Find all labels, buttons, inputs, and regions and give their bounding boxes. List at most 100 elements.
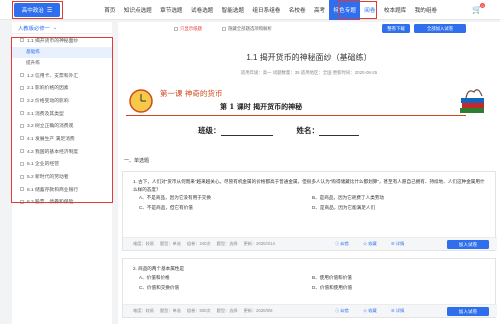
question-type: 题型：单选 [159,241,181,246]
paper-meta: 适用年级：高一 试题数量：35 适用地区：全国 更新时间：2020-08-25 [240,70,378,75]
hide-choice-label: 隐藏全部题选项和解析 [228,26,272,31]
only-wrong-toggle[interactable]: 只显示纸题 [174,26,202,32]
report-error-link[interactable]: ⓘ 纠错 [335,241,355,247]
option-c: C、不是商品，但它有价值 [139,205,193,210]
sidebar-item[interactable]: 2.1 影响价格的因素 [12,81,112,94]
lesson-subtitle: 第 1 课时 揭开货币的神秘 [220,102,303,111]
checkbox[interactable] [222,27,226,31]
nav-smart[interactable]: 智能选题 [217,0,248,20]
sidebar-item[interactable]: 6.2 股票、债券和保险 [12,196,112,209]
sidebar-item[interactable]: 2.2 价格变动的影响 [12,94,112,107]
textbook-version-selector[interactable]: 人教版必修一 ⌄ [12,22,112,34]
sidebar-item-label: 3.2 树立正确的消费观 [27,124,74,130]
sidebar-item[interactable]: 3.2 树立正确的消费观 [12,119,112,132]
checkbox[interactable] [20,187,24,192]
question-type: 题型：单选 [159,308,181,313]
sidebar-subitem-advanced[interactable]: 提升练 [12,58,112,69]
add-to-paper-button[interactable]: 加入试卷 [447,307,489,316]
paper-title: 1.1 揭开货币的神秘面纱（基础练） [246,53,372,62]
checkbox[interactable] [20,111,24,116]
question-text: 1. 古下，人们对"货币从何而来"越来越关心。尽管有机金属的价格都高于普通金属，… [133,179,485,192]
class-name-row: 班级： 姓名： [198,125,359,136]
details-link[interactable]: ☰ 详情 [391,241,410,247]
nav-knowledge[interactable]: 知识点选题 [120,0,156,20]
nav-paper[interactable]: 试卷选题 [187,0,218,20]
checkbox[interactable] [174,27,178,31]
favorite-link[interactable]: ☆ 收藏 [363,308,383,314]
sidebar-item-label: 2.1 影响价格的因素 [27,86,69,92]
clock-icon [129,89,153,113]
add-all-button[interactable]: 全部加入试卷 [414,24,466,33]
sidebar-item[interactable]: 5.1 企业的经营 [12,158,112,171]
checkbox[interactable] [20,136,24,141]
nav-daily[interactable]: 组日系组卷 [248,0,284,20]
sidebar-item[interactable]: 4.1 发展生产 满足消费 [12,132,112,145]
option-d: D、是商品，因为它能满足人们 [312,205,376,210]
question-card: 1. 古下，人们对"货币从何而来"越来越关心。尽管有机金属的价格都高于普通金属，… [122,171,497,251]
chevron-down-icon: ⌄ [52,24,57,31]
download-paper-button[interactable]: 整卷下载 [382,24,410,33]
paper-content: 只显示纸题 隐藏全部题选项和解析 整卷下载 全部加入试卷 1.1 揭开货币的神秘… [118,22,500,324]
checkbox[interactable] [20,123,24,128]
only-wrong-label: 只显示纸题 [180,26,202,31]
name-label: 姓名： [296,126,320,135]
sidebar-item[interactable]: 5.2 新时代的劳动者 [12,170,112,183]
favorite-label: 收藏 [368,308,377,313]
books-icon [460,89,484,113]
menu-icon: ☰ [46,7,53,14]
lesson-title: 第一课 神奇的货币 [160,89,223,98]
question-options: A、不是商品，因为它没有用于交换 B、是商品，因为它耗费了人类劳动 C、不是商品… [123,193,495,211]
sidebar-item-label: 1.2 信用卡、支票和外汇 [27,73,79,79]
checkbox[interactable] [20,149,24,154]
nav-menu: 首页 知识点选题 章节选题 试卷选题 智能选题 组日系组卷 名校卷 高考 特色专… [100,0,441,20]
checkbox[interactable] [20,174,24,179]
checkbox[interactable] [20,199,24,204]
nav-famous-school[interactable]: 名校卷 [285,0,310,20]
details-label: 详情 [395,241,405,246]
sidebar-item[interactable]: 1.2 信用卡、支票和外汇 [12,69,112,82]
nav-home[interactable]: 首页 [100,0,120,20]
nav-gaokao[interactable]: 高考 [310,0,330,20]
nav-grading[interactable]: 阅卷 [360,0,380,20]
chapter-sidebar: 人教版必修一 ⌄ 1.1 揭开货币的神秘面纱 基础练 提升练 1.2 信用卡、支… [12,22,112,324]
sidebar-item-label: 6.1 储蓄存款和商业银行 [27,187,79,193]
sidebar-item[interactable]: 6.1 储蓄存款和商业银行 [12,183,112,196]
question-count: 组卷：830次 [186,308,211,313]
question-date: 更新：2020/4/14 [243,241,275,246]
checkbox[interactable] [20,161,24,166]
question-date: 更新：2020/6/8 [243,308,273,313]
hide-choice-toggle[interactable]: 隐藏全部题选项和解析 [222,26,272,32]
sidebar-item[interactable]: 1.1 揭开货币的神秘面纱 [12,34,112,47]
add-to-paper-button[interactable]: 加入试卷 [447,240,489,249]
sidebar-item-label: 4.2 我国的基本经济制度 [27,149,79,155]
checkbox[interactable] [20,38,24,43]
nav-my-papers[interactable]: 我的组卷 [410,0,441,20]
sidebar-item-label: 5.1 企业的经营 [27,162,59,168]
report-error-label: 纠错 [340,241,349,246]
lesson-banner: 第一课 神奇的货币 第 1 课时 揭开货币的神秘 班级： 姓名： [126,82,494,147]
details-label: 详情 [395,308,405,313]
question-options: A、价值和价格 B、使用价值和价值 C、价值和交换价值 D、价值和使用价值 [123,273,495,291]
sidebar-item[interactable]: 4.2 我国的基本经济制度 [12,145,112,158]
sidebar-item-label: 1.1 揭开货币的神秘面纱 [27,38,79,44]
option-a: A、价值和价格 [139,274,170,280]
nav-special-topic[interactable]: 特色专题 [329,0,361,20]
checkbox[interactable] [20,85,24,90]
banner-divider [126,115,466,116]
nav-chapter[interactable]: 章节选题 [156,0,187,20]
sidebar-item-label: 4.1 发展生产 满足消费 [27,136,75,142]
details-link[interactable]: ☰ 详情 [391,308,410,314]
report-error-link[interactable]: ⓘ 纠错 [335,308,355,314]
checkbox[interactable] [20,98,24,103]
checkbox[interactable] [20,73,24,78]
sidebar-item[interactable]: 3.1 消费及其类型 [12,107,112,120]
class-label: 班级： [198,126,221,135]
option-b: B、是商品，因为它耗费了人类劳动 [312,195,384,200]
option-d: D、价值和使用价值 [312,284,353,290]
sidebar-item-label: 6.2 股票、债券和保险 [27,200,74,206]
nav-school-bank[interactable]: 校本题库 [380,0,411,20]
sidebar-subitem-basic[interactable]: 基础练 [12,46,112,58]
favorite-link[interactable]: ☆ 收藏 [363,241,383,247]
question-text: 2. 商品的两个基本属性是 [133,266,185,271]
subject-selector-button[interactable]: 高中政治 ☰ [14,3,60,17]
